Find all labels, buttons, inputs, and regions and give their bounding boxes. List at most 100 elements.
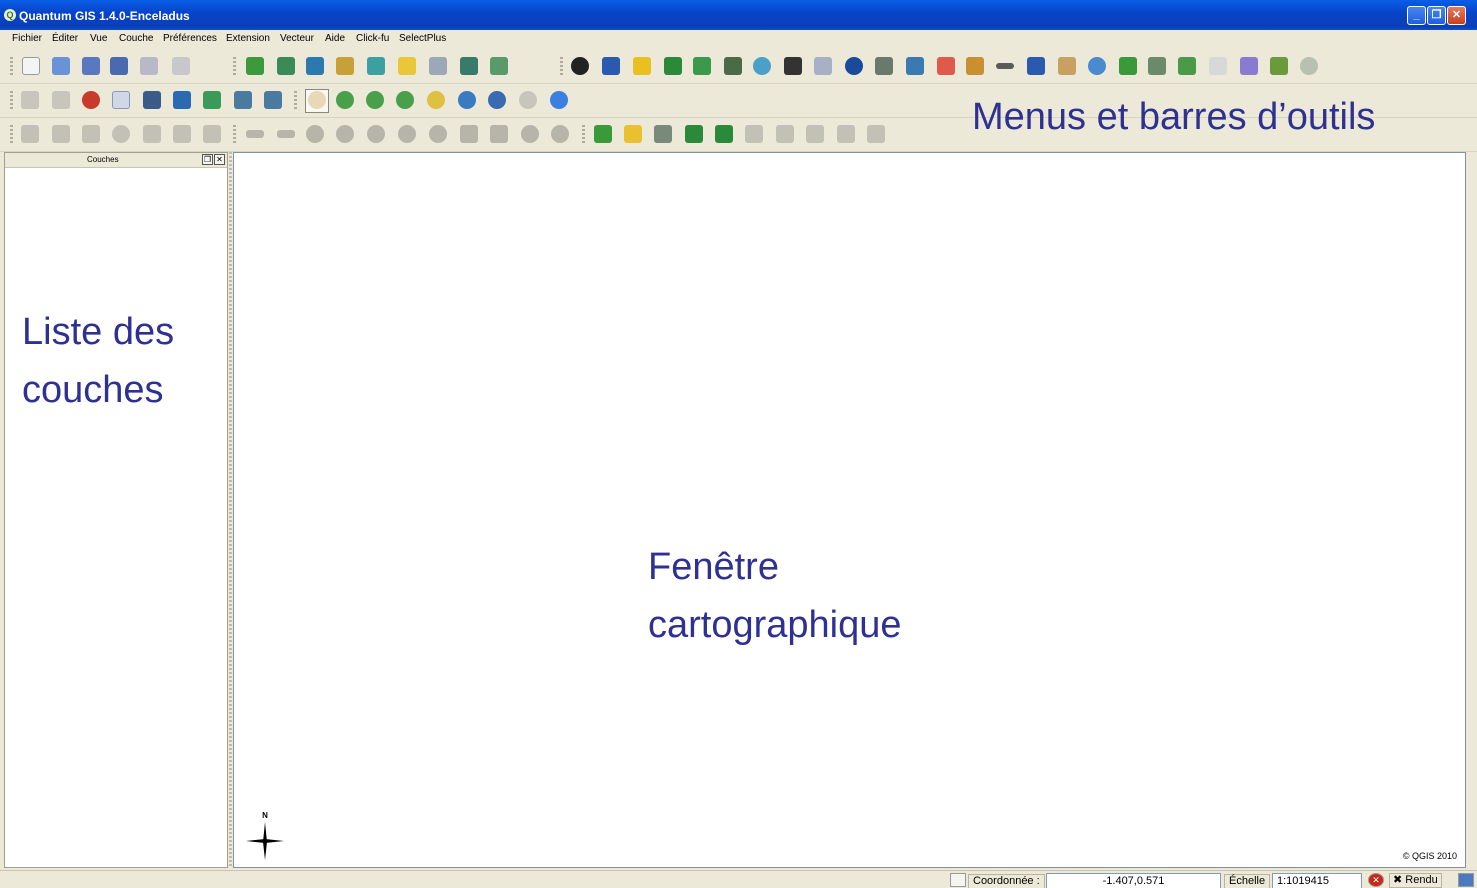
paste-icon[interactable]	[203, 125, 221, 143]
undo-icon[interactable]	[246, 130, 264, 138]
panel-splitter[interactable]	[229, 152, 232, 868]
toolbar-grip[interactable]	[10, 125, 13, 145]
zoom-next-icon[interactable]	[519, 91, 537, 109]
refresh-map-icon[interactable]	[550, 91, 568, 109]
raster-new-icon[interactable]	[624, 125, 642, 143]
new-project-icon[interactable]	[22, 57, 40, 75]
float-panel-icon[interactable]: ❐	[202, 154, 213, 165]
close-button[interactable]: ✕	[1447, 6, 1466, 25]
save-project-icon[interactable]	[82, 57, 100, 75]
georeferencer-icon[interactable]	[664, 57, 682, 75]
add-postgis-layer-icon[interactable]	[306, 57, 324, 75]
menu-click-fu[interactable]: Click-fu	[356, 33, 389, 44]
pdf-icon[interactable]	[937, 57, 955, 75]
home-icon[interactable]	[234, 91, 252, 109]
zoom-selection-icon[interactable]	[458, 91, 476, 109]
toolbar-grip[interactable]	[233, 125, 236, 145]
menu-selectplus[interactable]: SelectPlus	[399, 33, 446, 44]
photo-icon[interactable]	[1058, 57, 1076, 75]
cut-icon[interactable]	[143, 125, 161, 143]
add-island-icon[interactable]	[336, 125, 354, 143]
add-ring-icon[interactable]	[306, 125, 324, 143]
zoom-full-icon[interactable]	[396, 91, 414, 109]
navigation-icon[interactable]	[1088, 57, 1106, 75]
raster-contrast-icon[interactable]	[776, 125, 794, 143]
menu-preferences[interactable]: Préférences	[163, 33, 217, 44]
menu-fichier[interactable]: Fichier	[12, 33, 42, 44]
minimize-button[interactable]: _	[1407, 6, 1426, 25]
deselect-icon[interactable]	[82, 91, 100, 109]
tools-icon[interactable]	[1148, 57, 1166, 75]
raster-export-icon[interactable]	[867, 125, 885, 143]
toolbar-grip[interactable]	[10, 91, 13, 111]
add-raster-layer-icon[interactable]	[277, 57, 295, 75]
close-panel-icon[interactable]: ✕	[214, 154, 225, 165]
mosaic-icon[interactable]	[1270, 57, 1288, 75]
raster-gray-icon[interactable]	[745, 125, 763, 143]
identify-icon[interactable]	[21, 91, 39, 109]
gps-tool-icon[interactable]	[490, 57, 508, 75]
menu-couche[interactable]: Couche	[119, 33, 153, 44]
interpolation-icon[interactable]	[875, 57, 893, 75]
print-composer-icon[interactable]	[140, 57, 158, 75]
wms-icon[interactable]	[1027, 57, 1045, 75]
new-vector-layer-icon[interactable]	[398, 57, 416, 75]
remove-layer-icon[interactable]	[429, 57, 447, 75]
globe-icon[interactable]	[753, 57, 771, 75]
redo-icon[interactable]	[277, 130, 295, 138]
measure-line-icon[interactable]	[143, 91, 161, 109]
raster-histogram-icon[interactable]	[715, 125, 733, 143]
delete-ring-icon[interactable]	[398, 125, 416, 143]
node-tool-icon[interactable]	[82, 125, 100, 143]
layers-list[interactable]	[5, 169, 227, 867]
move-feature-icon[interactable]	[52, 125, 70, 143]
open-project-icon[interactable]	[52, 57, 70, 75]
raster-calc-icon[interactable]	[724, 57, 742, 75]
coordinate-field[interactable]: -1.407,0.571	[1046, 873, 1221, 888]
select-icon[interactable]	[52, 91, 70, 109]
simplify-icon[interactable]	[367, 125, 385, 143]
toolbar-grip[interactable]	[10, 57, 13, 77]
raster-pyramid-icon[interactable]	[806, 125, 824, 143]
pan-icon[interactable]	[308, 91, 326, 109]
zoom-last-icon[interactable]	[488, 91, 506, 109]
layers-panel-header[interactable]: Couches ❐ ✕	[5, 153, 227, 168]
toolbar-grip[interactable]	[294, 91, 297, 111]
menu-vue[interactable]: Vue	[90, 33, 107, 44]
edit-tool-icon[interactable]	[966, 57, 984, 75]
coordinate-toggle-icon[interactable]	[950, 873, 966, 887]
histogram-icon[interactable]	[784, 57, 802, 75]
notepad-icon[interactable]	[1240, 57, 1258, 75]
raster-edit-icon[interactable]	[654, 125, 672, 143]
add-vector-layer-icon[interactable]	[246, 57, 264, 75]
measure-icon[interactable]	[996, 63, 1014, 69]
menu-aide[interactable]: Aide	[325, 33, 345, 44]
grass-icon[interactable]	[693, 57, 711, 75]
restore-button[interactable]: ❐	[1427, 6, 1446, 25]
delete-selected-icon[interactable]	[112, 125, 130, 143]
raster-terrain-icon[interactable]	[594, 125, 612, 143]
delete-part-icon[interactable]	[429, 125, 447, 143]
print-icon[interactable]	[172, 57, 190, 75]
menu-extension[interactable]: Extension	[226, 33, 270, 44]
zoom-search-icon[interactable]	[1300, 57, 1318, 75]
attribute-table-icon[interactable]	[112, 91, 130, 109]
menu-editer[interactable]: Éditer	[52, 33, 78, 44]
raster-stretch-icon[interactable]	[685, 125, 703, 143]
reshape-icon[interactable]	[460, 125, 478, 143]
zoom-in-icon[interactable]	[336, 91, 354, 109]
copy-icon[interactable]	[173, 125, 191, 143]
stop-render-icon[interactable]: ✕	[1368, 873, 1384, 887]
compass-icon[interactable]	[845, 57, 863, 75]
zoom-out-icon[interactable]	[366, 91, 384, 109]
merge-icon[interactable]	[521, 125, 539, 143]
zoom-layer-icon[interactable]	[427, 91, 445, 109]
menu-vecteur[interactable]: Vecteur	[280, 33, 314, 44]
scale-field[interactable]: 1:1019415	[1272, 873, 1362, 888]
save-as-icon[interactable]	[110, 57, 128, 75]
label-icon[interactable]	[814, 57, 832, 75]
toolbar-grip[interactable]	[560, 57, 563, 77]
oracle-icon[interactable]	[906, 57, 924, 75]
toolbar-grip[interactable]	[233, 57, 236, 77]
copyright-icon[interactable]	[571, 57, 589, 75]
